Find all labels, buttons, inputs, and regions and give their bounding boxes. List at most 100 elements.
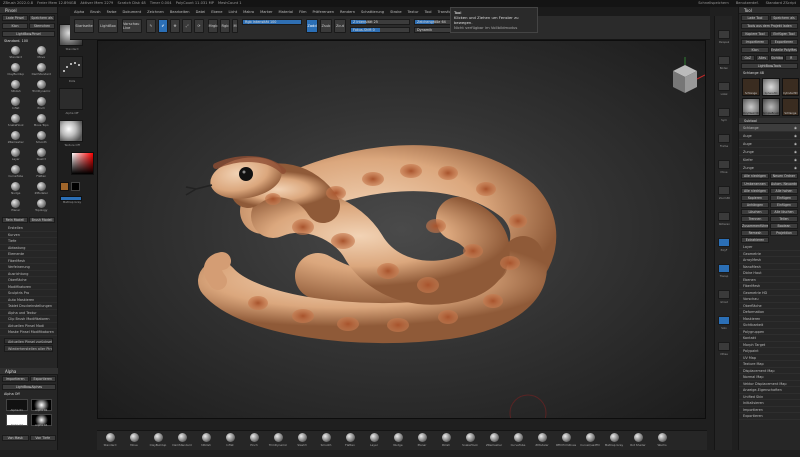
import-tool-button[interactable]: Importieren (741, 39, 769, 45)
menu-item[interactable]: Tool (425, 10, 432, 14)
subtool-row[interactable]: Zunge ◉ (739, 148, 800, 156)
eye-icon[interactable]: ◉ (794, 148, 797, 155)
brush-thumb[interactable]: CurveTube (4, 165, 28, 180)
right-strip-button[interactable]: Sym (718, 108, 730, 122)
focal-shift-slider[interactable]: Fokus-Shift 0 (350, 27, 410, 33)
tool-submenu-item[interactable]: Exportieren (739, 413, 800, 420)
subtool-action-button[interactable]: Anhängen (741, 202, 769, 208)
home-button[interactable]: Startseite (74, 19, 94, 33)
tool-thumb[interactable]: Schlange (742, 78, 760, 96)
alpha-thumb[interactable]: Alpha 01 (6, 399, 28, 412)
load-tools-from-project-button[interactable]: Tools aus dem Projekt laden (741, 23, 798, 29)
restore-all-brushes-button[interactable]: Wiederherstellen aller Pinsel (4, 345, 53, 352)
make-polymesh-button[interactable]: Erstelle PolyMesh3D (770, 47, 798, 53)
menu-item[interactable]: Alpha (74, 10, 84, 14)
tool-thumb[interactable]: Schlange (782, 98, 799, 116)
shelf-brush-button[interactable]: Polish (435, 431, 457, 450)
lightbox-button[interactable]: LightBox (98, 19, 118, 33)
subtool-action-button[interactable]: Kopieren (741, 195, 769, 201)
shelf-brush-button[interactable]: IMM Primitives (555, 431, 577, 450)
right-strip-button[interactable]: Perspek (718, 30, 730, 44)
brush-thumb[interactable]: Layer (4, 148, 28, 163)
brush-palette-header[interactable]: Pinsel (0, 7, 57, 14)
brush-thumb[interactable]: Inflat (4, 97, 28, 112)
alpha-thumb[interactable]: Alpha 02 (30, 399, 52, 412)
all-low-button[interactable]: Alle niedrigen (741, 173, 769, 179)
rgb-button[interactable]: Rgb (220, 19, 230, 33)
right-strip-button[interactable]: Transp (718, 264, 730, 278)
brush-thumb[interactable]: Slash3 (30, 148, 54, 163)
all-button[interactable]: Alles (755, 55, 769, 61)
subtool-row[interactable]: Auge ◉ (739, 132, 800, 140)
menu-item[interactable]: Marker (260, 10, 272, 14)
brush-thumb[interactable]: Nudge (4, 182, 28, 197)
default-zscript-button[interactable]: Standard ZScript (766, 0, 796, 7)
brush-thumb[interactable]: Flatten (30, 165, 54, 180)
shelf-brush-button[interactable]: Pinch (243, 431, 265, 450)
export-alpha-button[interactable]: Exportieren (29, 376, 56, 382)
shelf-brush-button[interactable]: Inflat (219, 431, 241, 450)
alpha-palette-header[interactable]: Alpha (0, 368, 58, 375)
shelf-brush-button[interactable]: Slash3 (291, 431, 313, 450)
right-strip-button[interactable]: Ghost (718, 290, 730, 304)
canvas-viewport[interactable] (97, 40, 706, 419)
lightbox-alpha-button[interactable]: LightBox▸Alphas (2, 384, 56, 390)
shelf-brush-button[interactable]: Move (123, 431, 145, 450)
zsub-button[interactable]: Zsub (320, 19, 332, 33)
alpha-thumb[interactable]: Alpha 03 (6, 414, 28, 427)
brush-thumb[interactable]: SnakeHook (4, 114, 28, 129)
right-strip-button[interactable]: Frame (718, 134, 730, 148)
right-strip-button[interactable]: PolyF (718, 238, 730, 252)
lightbox-brush-button[interactable]: LightBox▸Pinsel (2, 31, 55, 37)
right-strip-button[interactable]: Lokal (718, 82, 730, 96)
export-tool-button[interactable]: Exportieren (770, 39, 798, 45)
menu-item[interactable]: Brush (90, 10, 100, 14)
clone-tool-button[interactable]: Klon (741, 47, 769, 53)
brush-thumb[interactable]: Topology (30, 199, 54, 214)
texture-icon[interactable] (59, 120, 83, 142)
brush-thumb[interactable]: Move Topo (30, 114, 54, 129)
menu-item[interactable]: Makro (243, 10, 254, 14)
right-strip-button[interactable]: XPose (718, 342, 730, 356)
shelf-brush-button[interactable]: MatCap Gray (603, 431, 625, 450)
right-strip-button[interactable]: Boden (718, 56, 730, 70)
subtool-action-button[interactable]: Umbenennen (741, 181, 769, 187)
snake-model[interactable] (98, 41, 706, 419)
subtool-action-button[interactable]: Remesh (741, 230, 769, 236)
brush-thumb[interactable]: DamStandard (30, 63, 54, 78)
alpha-thumb[interactable]: Alpha 04 (30, 414, 52, 427)
edit-button[interactable]: ✎ (146, 19, 156, 33)
zadd-button[interactable]: Zadd (306, 19, 318, 33)
z-intensity-slider[interactable]: Z Intensität 25 (350, 19, 410, 25)
right-strip-button[interactable]: Rotieren (718, 212, 730, 226)
switch-color-button[interactable] (60, 196, 82, 201)
lightbox-tools-button[interactable]: LightBox▸Tools (741, 63, 798, 69)
goz-button[interactable]: GoZ (741, 55, 755, 61)
brush-thumb[interactable]: ZModeler (30, 182, 54, 197)
subtool-action-button[interactable]: Alle niedrigen (741, 188, 769, 194)
subtool-action-button[interactable]: Zusammenführen (741, 223, 769, 229)
subtool-action-button[interactable]: Alle hohen (770, 188, 798, 194)
tool-thumb[interactable]: SimpleBrush (761, 98, 781, 116)
subtool-row[interactable]: Auge ◉ (739, 140, 800, 148)
brush-submenu-item[interactable]: Maske Pinsel Modifikatoren (0, 329, 57, 336)
subtool-row[interactable]: Zunge ◉ (739, 164, 800, 172)
menu-item[interactable]: Textur (408, 10, 419, 14)
copy-tool-button[interactable]: Kopiere Tool (741, 31, 769, 37)
load-brush-button[interactable]: Lade Pinsel (2, 15, 28, 21)
stroke-dots-icon[interactable] (59, 56, 83, 78)
rotate-button[interactable]: ⟳ (194, 19, 204, 33)
brush-thumb[interactable]: hPolish (4, 80, 28, 95)
right-strip-button[interactable]: Move (718, 160, 730, 174)
shelf-brush-button[interactable]: Layer (363, 431, 385, 450)
shelf-brush-button[interactable]: DamStandard (171, 431, 193, 450)
paste-tool-button[interactable]: Einfügen Tool (770, 31, 798, 37)
m-button[interactable]: M (232, 19, 238, 33)
subtool-action-button[interactable]: Boolean (770, 223, 798, 229)
asterisk-button[interactable]: Sternchen (29, 23, 55, 29)
clone-brush-button[interactable]: Klon (2, 23, 28, 29)
brush-thumb[interactable]: ClayBuildup (4, 63, 28, 78)
shelf-brush-button[interactable]: Planar (411, 431, 433, 450)
menu-item[interactable]: Ebene (211, 10, 222, 14)
subtool-action-button[interactable]: Löschen (741, 209, 769, 215)
